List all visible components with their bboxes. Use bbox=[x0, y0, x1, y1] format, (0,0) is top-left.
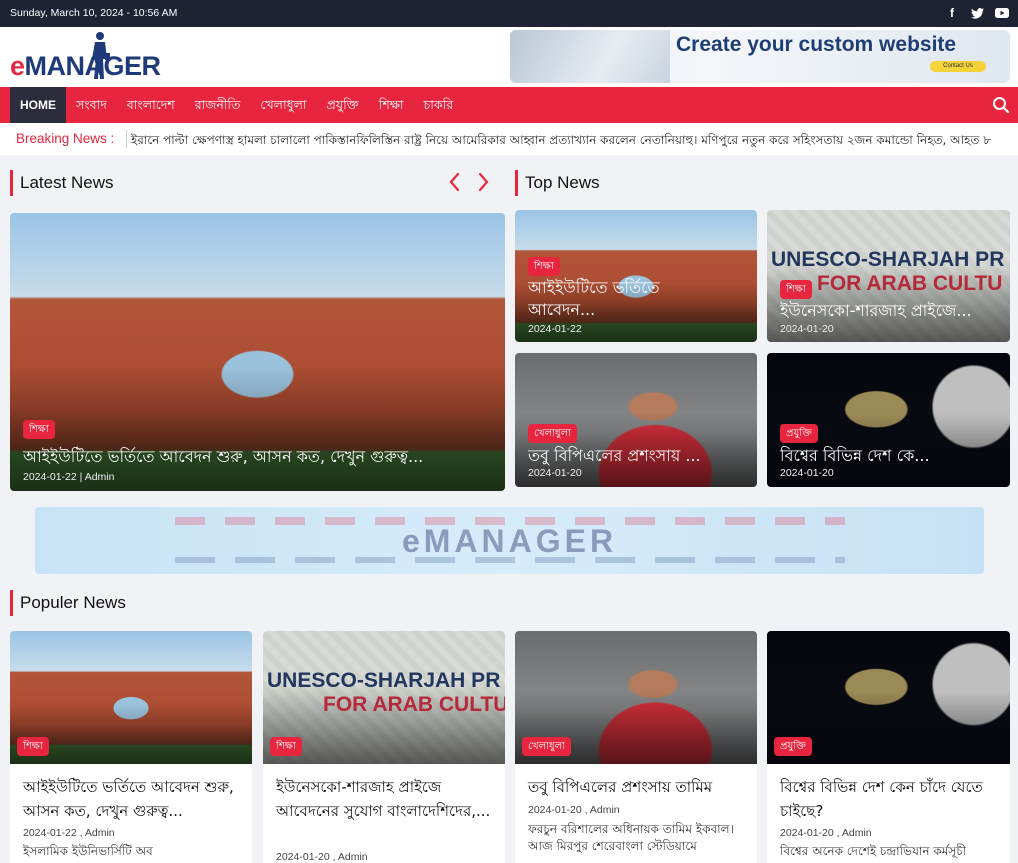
nav-news[interactable]: সংবাদ bbox=[66, 87, 117, 123]
popular-news-meta: 2024-01-20 , Admin bbox=[528, 804, 620, 816]
nav-politics[interactable]: রাজনীতি bbox=[185, 87, 251, 123]
popular-news-title[interactable]: ইউনেসকো-শারজাহ প্রাইজে আবেদনের সুযোগ বাং… bbox=[276, 775, 498, 823]
popular-news-excerpt: ফরচুন বরিশালের অধিনায়ক তামিম ইকবাল। আজ … bbox=[528, 822, 734, 853]
next-arrow-icon[interactable] bbox=[476, 170, 492, 194]
breaking-ticker[interactable]: ইরানে পাল্টা ক্ষেপণাস্ত্র হামলা চালালো প… bbox=[131, 132, 991, 152]
featured-meta: 2024-01-22 | Admin bbox=[23, 471, 115, 483]
category-badge[interactable]: খেলাধুলা bbox=[522, 737, 571, 756]
popular-news-meta: 2024-01-22 , Admin bbox=[23, 827, 115, 839]
nav-bangladesh[interactable]: বাংলাদেশ bbox=[117, 87, 185, 123]
latest-slider-controls bbox=[446, 170, 492, 194]
top-bar: Sunday, March 10, 2024 - 10:56 AM f bbox=[0, 0, 1018, 27]
top-news-card[interactable]: খেলাধুলা তবু বিপিএলের প্রশংসায় ... 2024… bbox=[515, 353, 757, 487]
category-badge[interactable]: প্রযুক্তি bbox=[774, 737, 812, 756]
popular-news-excerpt: বিশ্বের অনেক দেশেই চন্দ্রাভিযান কর্মসূচী bbox=[780, 844, 967, 858]
youtube-icon[interactable] bbox=[994, 4, 1010, 22]
top-news-title[interactable]: আইইউটিতে ভর্তিতে আবেদন... bbox=[528, 277, 678, 321]
current-date: Sunday, March 10, 2024 - 10:56 AM bbox=[10, 7, 178, 19]
ad-contact-button[interactable]: Contact Us bbox=[930, 61, 986, 72]
breaking-divider bbox=[126, 130, 127, 148]
ad-banner-top[interactable]: Create your custom website Contact Us bbox=[510, 30, 1010, 83]
logo-e: e bbox=[10, 51, 25, 81]
prev-arrow-icon[interactable] bbox=[446, 170, 462, 194]
top-news-card[interactable]: UNESCO-SHARJAH PR FOR ARAB CULTU শিক্ষা … bbox=[767, 210, 1010, 342]
category-badge[interactable]: শিক্ষা bbox=[528, 257, 560, 276]
popular-news-meta: 2024-01-20 , Admin bbox=[780, 827, 872, 839]
site-logo[interactable]: eMANAGER bbox=[10, 51, 161, 82]
top-news-card[interactable]: প্রযুক্তি বিশ্বের বিভিন্ন দেশ কে... 2024… bbox=[767, 353, 1010, 487]
logo-figure-icon bbox=[92, 32, 110, 79]
twitter-icon[interactable] bbox=[969, 4, 985, 22]
search-icon[interactable] bbox=[992, 96, 1010, 114]
nav-sports[interactable]: খেলাধুলা bbox=[250, 87, 316, 123]
nav-home[interactable]: HOME bbox=[10, 87, 66, 123]
top-news-date: 2024-01-22 bbox=[528, 323, 582, 335]
popular-news-title[interactable]: তবু বিপিএলের প্রশংসায় তামিম bbox=[528, 775, 750, 799]
main-nav: HOME সংবাদ বাংলাদেশ রাজনীতি খেলাধুলা প্র… bbox=[0, 87, 1018, 123]
category-badge[interactable]: শিক্ষা bbox=[780, 280, 812, 299]
top-news-title[interactable]: বিশ্বের বিভিন্ন দেশ কে... bbox=[780, 443, 1005, 470]
popular-news-heading: Populer News bbox=[10, 590, 126, 616]
banner-brand-text: eMANAGER bbox=[401, 523, 618, 559]
nav-jobs[interactable]: চাকরি bbox=[414, 87, 464, 123]
nav-technology[interactable]: প্রযুক্তি bbox=[317, 87, 369, 123]
nav-education[interactable]: শিক্ষা bbox=[369, 87, 414, 123]
breaking-news-bar: Breaking News : ইরানে পাল্টা ক্ষেপণাস্ত্… bbox=[0, 123, 1018, 155]
top-news-title[interactable]: তবু বিপিএলের প্রশংসায় ... bbox=[528, 443, 753, 470]
popular-news-card[interactable]: খেলাধুলা তবু বিপিএলের প্রশংসায় তামিম 20… bbox=[515, 631, 757, 863]
ad-banner-middle[interactable]: eMANAGER bbox=[35, 507, 984, 574]
site-header: eMANAGER Create your custom website Cont… bbox=[0, 27, 1018, 87]
ad-headline: Create your custom website bbox=[676, 33, 957, 56]
featured-news-card[interactable]: শিক্ষা আইইউটিতে ভর্তিতে আবেদন শুরু, আসন … bbox=[10, 213, 505, 491]
popular-news-title[interactable]: বিশ্বের বিভিন্ন দেশ কেন চাঁদে যেতে চাইছে… bbox=[780, 775, 1002, 823]
top-news-heading: Top News bbox=[515, 170, 600, 196]
ad-image bbox=[510, 30, 670, 83]
banner-stripe bbox=[175, 557, 845, 563]
top-news-date: 2024-01-20 bbox=[528, 467, 582, 479]
popular-news-card[interactable]: শিক্ষা আইইউটিতে ভর্তিতে আবেদন শুরু, আসন … bbox=[10, 631, 252, 863]
social-links: f bbox=[944, 4, 1010, 22]
breaking-label: Breaking News : bbox=[16, 131, 115, 146]
facebook-icon[interactable]: f bbox=[944, 4, 960, 22]
popular-news-title[interactable]: আইইউটিতে ভর্তিতে আবেদন শুরু, আসন কত, দেখ… bbox=[23, 775, 245, 823]
popular-news-card[interactable]: প্রযুক্তি বিশ্বের বিভিন্ন দেশ কেন চাঁদে … bbox=[767, 631, 1010, 863]
featured-title[interactable]: আইইউটিতে ভর্তিতে আবেদন শুরু, আসন কত, দেখ… bbox=[23, 444, 493, 471]
top-news-date: 2024-01-20 bbox=[780, 323, 834, 335]
category-badge[interactable]: শিক্ষা bbox=[17, 737, 49, 756]
category-badge[interactable]: প্রযুক্তি bbox=[780, 424, 818, 443]
top-news-title[interactable]: ইউনেসকো-শারজাহ প্রাইজে... bbox=[780, 298, 1005, 325]
category-badge[interactable]: খেলাধুলা bbox=[528, 424, 577, 443]
latest-news-heading: Latest News bbox=[10, 170, 114, 196]
category-badge[interactable]: শিক্ষা bbox=[270, 737, 302, 756]
popular-news-meta: 2024-01-20 , Admin bbox=[276, 851, 368, 863]
top-news-card[interactable]: শিক্ষা আইইউটিতে ভর্তিতে আবেদন... 2024-01… bbox=[515, 210, 757, 342]
popular-news-excerpt: ইসলামিক ইউনিভার্সিটি অব bbox=[23, 844, 153, 858]
top-news-date: 2024-01-20 bbox=[780, 467, 834, 479]
popular-news-card[interactable]: UNESCO-SHARJAH PR FOR ARAB CULTU শিক্ষা … bbox=[263, 631, 505, 863]
category-badge[interactable]: শিক্ষা bbox=[23, 420, 55, 439]
unesco-image-text: UNESCO-SHARJAH PR FOR ARAB CULTU bbox=[267, 669, 505, 716]
